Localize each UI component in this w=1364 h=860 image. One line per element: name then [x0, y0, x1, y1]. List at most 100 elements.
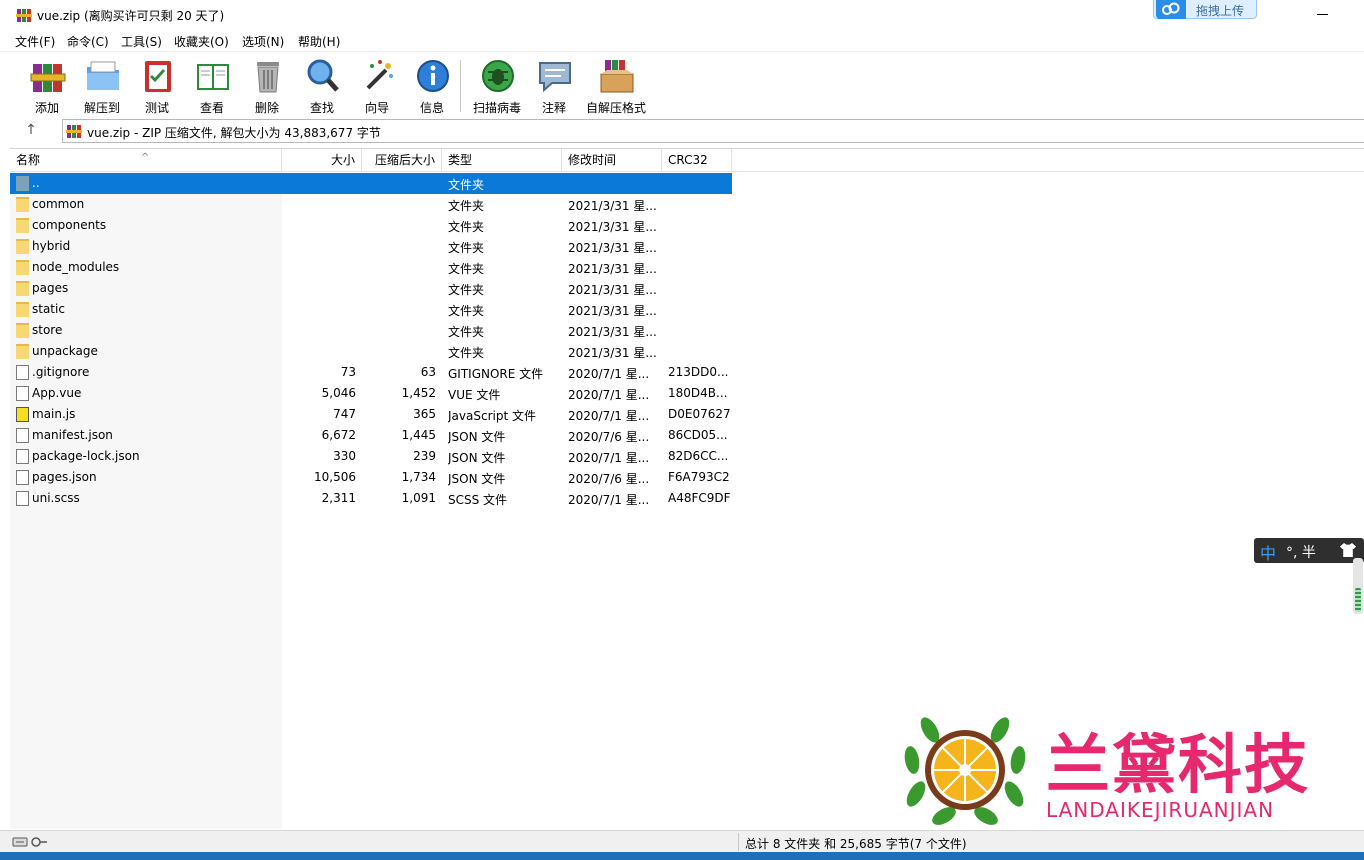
javascript-file-icon: [16, 407, 29, 422]
file-packed-size: 365: [413, 407, 436, 421]
file-name: hybrid: [32, 239, 71, 253]
sfx-box-icon: [600, 60, 634, 93]
table-row[interactable]: pages 文件夹 2021/3/31 星...: [10, 278, 732, 299]
file-type: JSON 文件: [448, 451, 506, 465]
col-name-label: 名称: [16, 153, 41, 167]
info-label: 信息: [419, 101, 444, 115]
extract-to-button[interactable]: 解压到: [76, 56, 126, 115]
file-packed-size: 1,734: [401, 470, 436, 484]
menu-file[interactable]: 文件(F): [15, 33, 55, 50]
scroll-indicator[interactable]: [1353, 558, 1363, 614]
ime-mode[interactable]: 中: [1260, 540, 1276, 564]
up-arrow-icon[interactable]: ↑: [22, 122, 40, 140]
file-name: unpackage: [32, 344, 98, 358]
table-row[interactable]: App.vue 5,046 1,452 VUE 文件 2020/7/1 星... 180D…: [10, 383, 732, 404]
table-row[interactable]: common 文件夹 2021/3/31 星...: [10, 194, 732, 215]
sfx-label: 自解压格式: [585, 101, 646, 115]
table-row[interactable]: main.js 747 365 JavaScript 文件 2020/7/1 星... D…: [10, 404, 732, 425]
file-modified: 2020/7/1 星...: [568, 388, 650, 402]
col-header-size[interactable]: 大小: [282, 149, 362, 172]
ime-status[interactable]: °, 半: [1286, 542, 1316, 562]
window-title: vue.zip (离购买许可只剩 20 天了): [37, 9, 225, 23]
find-button[interactable]: 查找: [296, 56, 346, 115]
file-modified: 2021/3/31 星...: [568, 220, 657, 234]
menu-options[interactable]: 选项(N): [242, 33, 284, 50]
upload-label: 拖拽上传: [1196, 4, 1245, 18]
folder-icon: [16, 218, 29, 233]
file-size: 330: [333, 449, 356, 463]
folder-extract-icon: [87, 61, 119, 90]
watermark-sub: LANDAIKEJIRUANJIAN: [1046, 798, 1275, 822]
table-row[interactable]: unpackage 文件夹 2021/3/31 星...: [10, 341, 732, 362]
folder-icon: [16, 197, 29, 212]
status-separator: [738, 833, 739, 851]
table-row[interactable]: components 文件夹 2021/3/31 星...: [10, 215, 732, 236]
sun-logo-icon: [904, 717, 1026, 825]
comment-button[interactable]: 注释: [528, 56, 578, 115]
table-row[interactable]: node_modules 文件夹 2021/3/31 星...: [10, 257, 732, 278]
info-button[interactable]: 信息: [406, 56, 456, 115]
table-row[interactable]: uni.scss 2,311 1,091 SCSS 文件 2020/7/1 星... A4…: [10, 488, 732, 509]
table-row[interactable]: hybrid 文件夹 2021/3/31 星...: [10, 236, 732, 257]
upload-button[interactable]: 拖拽上传: [1153, 0, 1257, 19]
table-row[interactable]: store 文件夹 2021/3/31 星...: [10, 320, 732, 341]
file-modified: 2020/7/1 星...: [568, 409, 650, 423]
col-packed-label: 压缩后大小: [374, 153, 435, 167]
menu-help[interactable]: 帮助(H): [298, 33, 340, 50]
ime-toolbar[interactable]: 中 °, 半: [1254, 538, 1364, 563]
table-row[interactable]: package-lock.json 330 239 JSON 文件 2020/7/1 星…: [10, 446, 732, 467]
col-header-type[interactable]: 类型: [442, 149, 562, 172]
view-button[interactable]: 查看: [186, 56, 236, 115]
file-modified: 2020/7/1 星...: [568, 367, 650, 381]
folder-icon: [16, 323, 29, 338]
file-modified: 2020/7/1 星...: [568, 451, 650, 465]
table-row[interactable]: .. 文件夹: [10, 173, 732, 194]
file-name: main.js: [32, 407, 76, 421]
test-button[interactable]: 测试: [131, 56, 181, 115]
file-name: node_modules: [32, 260, 120, 274]
file-crc: F6A793C2: [668, 470, 730, 484]
file-type: SCSS 文件: [448, 493, 508, 507]
info-icon: [417, 60, 449, 92]
delete-button[interactable]: 删除: [241, 56, 291, 115]
file-icon: [16, 365, 29, 380]
file-name: store: [32, 323, 63, 337]
file-crc: 180D4B...: [668, 386, 728, 400]
taskbar-edge: [0, 852, 1364, 860]
table-row[interactable]: pages.json 10,506 1,734 JSON 文件 2020/7/6 星..…: [10, 467, 732, 488]
table-row[interactable]: .gitignore 73 63 GITIGNORE 文件 2020/7/1 星... 2…: [10, 362, 732, 383]
file-type: JavaScript 文件: [448, 409, 536, 423]
menu-favorites[interactable]: 收藏夹(O): [174, 33, 229, 50]
file-name: pages.json: [32, 470, 97, 484]
file-packed-size: 1,452: [401, 386, 436, 400]
minimize-button[interactable]: [1310, 4, 1340, 26]
status-summary: 总计 8 文件夹 和 25,685 字节(7 个文件): [745, 837, 967, 851]
file-packed-size: 1,091: [401, 491, 436, 505]
file-size: 5,046: [321, 386, 356, 400]
file-icon: [16, 470, 29, 485]
menu-tools[interactable]: 工具(S): [121, 33, 162, 50]
file-name: components: [32, 218, 107, 232]
clipboard-test-icon: [145, 61, 171, 92]
title-bar: vue.zip (离购买许可只剩 20 天了) 拖拽上传: [0, 0, 1364, 30]
skin-icon[interactable]: [1340, 543, 1356, 557]
sfx-button[interactable]: 自解压格式: [586, 56, 646, 115]
parent-folder-icon: [16, 176, 29, 191]
wizard-button[interactable]: 向导: [351, 56, 401, 115]
table-row[interactable]: static 文件夹 2021/3/31 星...: [10, 299, 732, 320]
file-type: 文件夹: [448, 199, 485, 213]
add-button[interactable]: 添加: [21, 56, 71, 115]
drive-key-icon: [12, 837, 47, 847]
scan-virus-button[interactable]: 扫描病毒: [471, 56, 521, 115]
file-packed-size: 63: [420, 365, 436, 379]
table-row[interactable]: manifest.json 6,672 1,445 JSON 文件 2020/7/6 星…: [10, 425, 732, 446]
col-header-name[interactable]: 名称 ^: [10, 149, 282, 172]
scroll-thumb[interactable]: [1355, 588, 1361, 612]
file-modified: 2021/3/31 星...: [568, 199, 657, 213]
folder-icon: [16, 302, 29, 317]
address-field[interactable]: vue.zip - ZIP 压缩文件, 解包大小为 43,883,677 字节: [62, 119, 1364, 143]
col-header-crc[interactable]: CRC32: [662, 149, 732, 172]
col-header-modified[interactable]: 修改时间: [562, 149, 662, 172]
col-header-packed[interactable]: 压缩后大小: [362, 149, 442, 172]
menu-command[interactable]: 命令(C): [67, 33, 109, 50]
